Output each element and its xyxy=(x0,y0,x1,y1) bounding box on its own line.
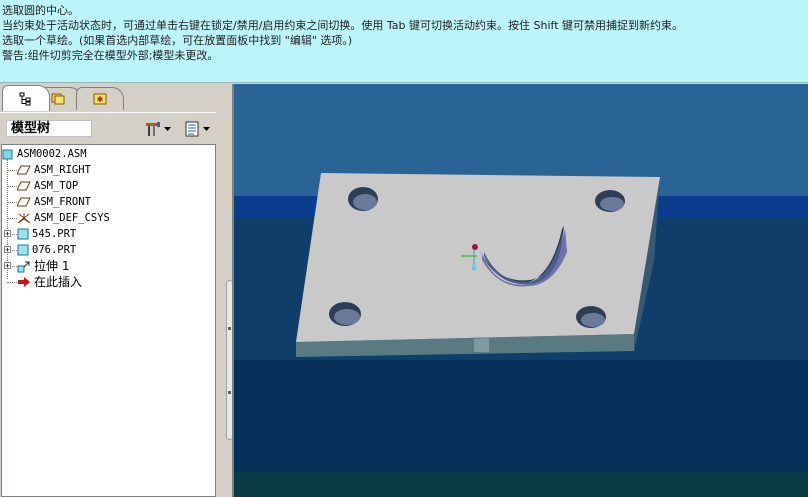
datum-plane-icon xyxy=(17,165,31,175)
part-icon xyxy=(17,228,29,240)
tree-columns-button[interactable] xyxy=(183,119,215,139)
viewport-background-low xyxy=(234,360,808,472)
tree-item-asm-right[interactable]: ASM_RIGHT xyxy=(17,162,91,178)
tree-item-label: 拉伸 1 xyxy=(34,259,70,273)
graphics-window[interactable] xyxy=(234,84,808,497)
tab-model-tree[interactable] xyxy=(2,85,50,111)
model-viewport[interactable] xyxy=(234,84,808,497)
sketch-origin-point xyxy=(471,265,477,271)
model-tree-title: 模型树 xyxy=(6,120,92,137)
tab-favorites[interactable]: ✱ xyxy=(76,87,124,110)
hole-top-right-wall xyxy=(600,197,624,211)
favorites-tab-icon: ✱ xyxy=(93,93,107,105)
message-area: 选取圆的中心。 当约束处于活动状态时，可通过单击右键在锁定/禁用/启用约束之间切… xyxy=(0,0,808,83)
tree-item-label: ASM_DEF_CSYS xyxy=(34,212,110,224)
model-tree-tab-icon xyxy=(19,92,31,105)
expand-icon[interactable]: + xyxy=(4,246,11,254)
tree-settings-icon xyxy=(146,122,160,136)
hole-bottom-right-wall xyxy=(581,313,605,327)
datum-plane-icon xyxy=(17,197,31,207)
plate-step xyxy=(474,338,489,352)
expand-icon[interactable]: + xyxy=(4,230,11,238)
tree-item-assembly[interactable]: ASM0002.ASM xyxy=(2,146,87,162)
tree-header: 模型树 xyxy=(0,112,216,145)
part-icon xyxy=(17,244,29,256)
tree-item-label: ASM_TOP xyxy=(34,180,79,192)
message-line: 当约束处于活动状态时，可通过单击右键在锁定/禁用/启用约束之间切换。使用 Tab… xyxy=(2,19,684,32)
tree-item-insert-here[interactable]: 在此插入 xyxy=(17,274,82,290)
extrude-icon xyxy=(17,261,30,273)
tree-item-label: 在此插入 xyxy=(34,275,83,289)
message-line: 选取一个草绘。(如果首选内部草绘，可在放置面板中找到 "编辑" 选项。) xyxy=(2,34,353,47)
tree-item-asm-front[interactable]: ASM_FRONT xyxy=(17,194,91,210)
tree-item-label: 545.PRT xyxy=(32,228,77,240)
insert-here-arrow-icon xyxy=(18,277,30,287)
viewport-background-bottom xyxy=(234,472,808,497)
model-tree: ASM0002.ASM ASM_RIGHT ASM_TOP ASM_FRONT xyxy=(1,144,216,497)
folder-browser-tab-icon xyxy=(51,93,65,105)
tree-item-asm-top[interactable]: ASM_TOP xyxy=(17,178,78,194)
tree-item-076-prt[interactable]: + 076.PRT xyxy=(4,242,77,258)
datum-plane-icon xyxy=(17,181,31,191)
sketch-center-point[interactable] xyxy=(472,244,478,250)
hole-bottom-left-wall xyxy=(334,309,360,325)
tree-settings-button[interactable] xyxy=(144,119,176,139)
tree-item-extrude-1[interactable]: + 拉伸 1 xyxy=(4,258,70,274)
chevron-down-icon xyxy=(164,126,171,131)
expand-icon[interactable]: + xyxy=(4,262,11,270)
tree-item-label: 076.PRT xyxy=(32,244,77,256)
hole-top-left-wall xyxy=(353,194,377,210)
navigator-panel: ✱ 模型树 ASM0002.ASM ASM_RIGHT ASM_TOP ASM_… xyxy=(0,84,233,497)
tree-item-label: ASM_FRONT xyxy=(34,196,91,208)
csys-icon xyxy=(17,213,31,224)
tree-columns-icon xyxy=(185,121,199,137)
message-line: 选取圆的中心。 xyxy=(2,4,79,17)
tree-item-545-prt[interactable]: + 545.PRT xyxy=(4,226,77,242)
chevron-down-icon xyxy=(203,126,210,131)
message-line: 警告:组件切剪完全在模型外部;模型未更改。 xyxy=(2,49,219,62)
tree-item-asm-def-csys[interactable]: ASM_DEF_CSYS xyxy=(17,210,110,226)
assembly-icon xyxy=(2,149,13,160)
tree-item-label: ASM0002.ASM xyxy=(17,148,87,160)
svg-text:✱: ✱ xyxy=(97,95,104,104)
navigator-tabs: ✱ xyxy=(0,84,232,112)
tree-item-label: ASM_RIGHT xyxy=(34,164,91,176)
